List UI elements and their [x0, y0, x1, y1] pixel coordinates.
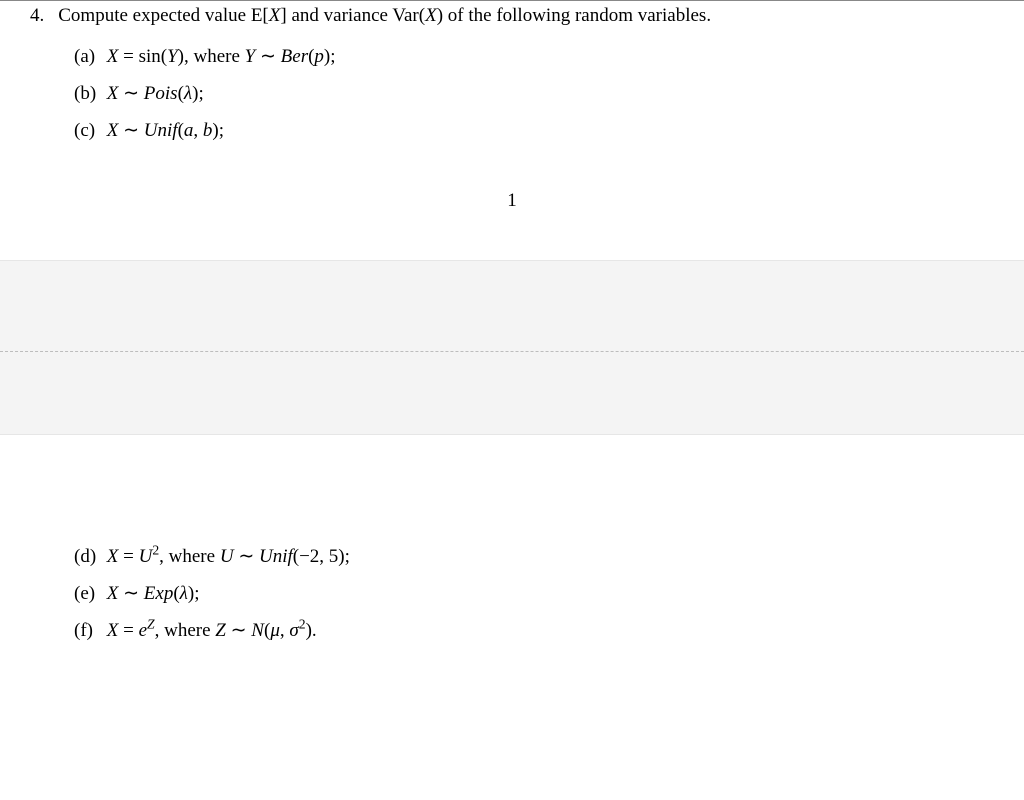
item-label: (a): [74, 46, 102, 68]
problem-number: 4.: [30, 5, 44, 27]
item-c: (c) X ∼ Unif(a, b);: [74, 119, 996, 142]
item-label: (b): [74, 83, 102, 105]
sub-items-bottom: (d) X = U2, where U ∼ Unif(−2, 5); (e) X…: [74, 545, 996, 642]
item-label: (e): [74, 583, 102, 605]
page-break-region: [0, 260, 1024, 435]
item-body: X = eZ, where Z ∼ N(μ, σ2).: [107, 620, 317, 641]
page-break-border-top: [0, 260, 1024, 261]
problem-heading: 4. Compute expected value E[X] and varia…: [30, 5, 996, 27]
item-d: (d) X = U2, where U ∼ Unif(−2, 5);: [74, 545, 996, 568]
item-body: X = sin(Y), where Y ∼ Ber(p);: [107, 46, 336, 67]
item-label: (d): [74, 546, 102, 568]
page-break-dashed-line: [0, 351, 1024, 352]
item-body: X ∼ Exp(λ);: [107, 583, 200, 604]
item-label: (f): [74, 620, 102, 642]
item-e: (e) X ∼ Exp(λ);: [74, 582, 996, 605]
item-body: X ∼ Unif(a, b);: [107, 120, 224, 141]
page-break-band: [0, 260, 1024, 435]
item-body: X ∼ Pois(λ);: [107, 83, 204, 104]
page-break-border-bottom: [0, 434, 1024, 435]
item-b: (b) X ∼ Pois(λ);: [74, 82, 996, 105]
item-f: (f) X = eZ, where Z ∼ N(μ, σ2).: [74, 619, 996, 642]
item-a: (a) X = sin(Y), where Y ∼ Ber(p);: [74, 45, 996, 68]
sub-items-top: (a) X = sin(Y), where Y ∼ Ber(p); (b) X …: [74, 45, 996, 142]
page-number: 1: [28, 190, 996, 212]
problem-prompt: Compute expected value E[X] and variance…: [58, 5, 711, 27]
item-body: X = U2, where U ∼ Unif(−2, 5);: [107, 546, 350, 567]
page-top-section: 4. Compute expected value E[X] and varia…: [0, 0, 1024, 212]
page-bottom-section: (d) X = U2, where U ∼ Unif(−2, 5); (e) X…: [0, 435, 1024, 642]
item-label: (c): [74, 120, 102, 142]
